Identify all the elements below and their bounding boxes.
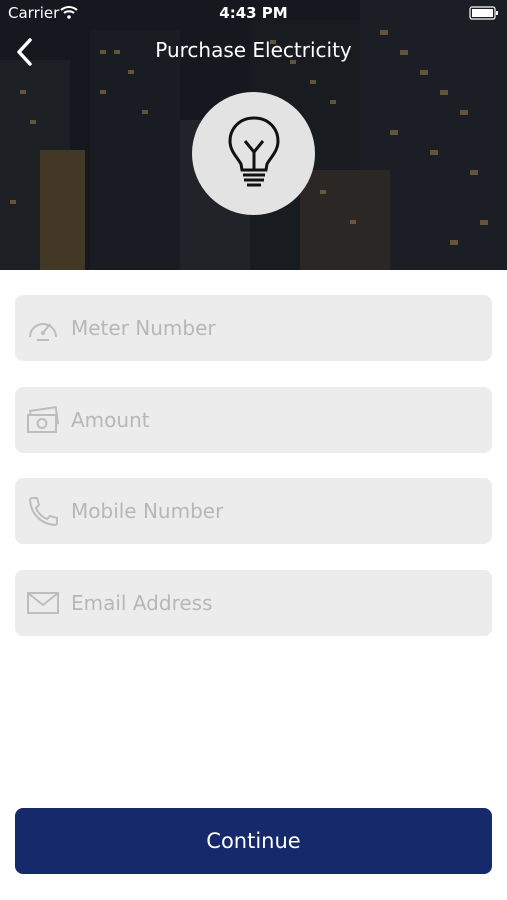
service-icon-circle [192, 92, 315, 215]
email-address-placeholder: Email Address [71, 590, 213, 615]
header-hero: Carrier 4:43 PM Purchase Electricity [0, 0, 507, 270]
status-bar: Carrier 4:43 PM [0, 0, 507, 28]
phone-icon [28, 497, 58, 526]
lightbulb-icon [228, 116, 280, 187]
amount-placeholder: Amount [71, 407, 150, 432]
speedometer-icon [29, 323, 57, 341]
email-address-field[interactable]: Email Address [15, 569, 492, 636]
battery-icon [469, 6, 498, 20]
amount-field[interactable]: Amount [15, 386, 492, 453]
continue-button[interactable]: Continue [15, 808, 492, 874]
meter-number-placeholder: Meter Number [71, 316, 216, 340]
meter-number-field[interactable]: Meter Number [15, 295, 492, 361]
page-title: Purchase Electricity [155, 38, 352, 62]
mobile-number-field[interactable]: Mobile Number [15, 478, 492, 544]
mobile-number-placeholder: Mobile Number [71, 499, 224, 523]
purchase-form: Meter Number Amount Mobile Number Email … [15, 295, 492, 661]
envelope-icon [27, 591, 59, 614]
cash-icon [27, 405, 60, 433]
status-time: 4:43 PM [219, 4, 288, 22]
